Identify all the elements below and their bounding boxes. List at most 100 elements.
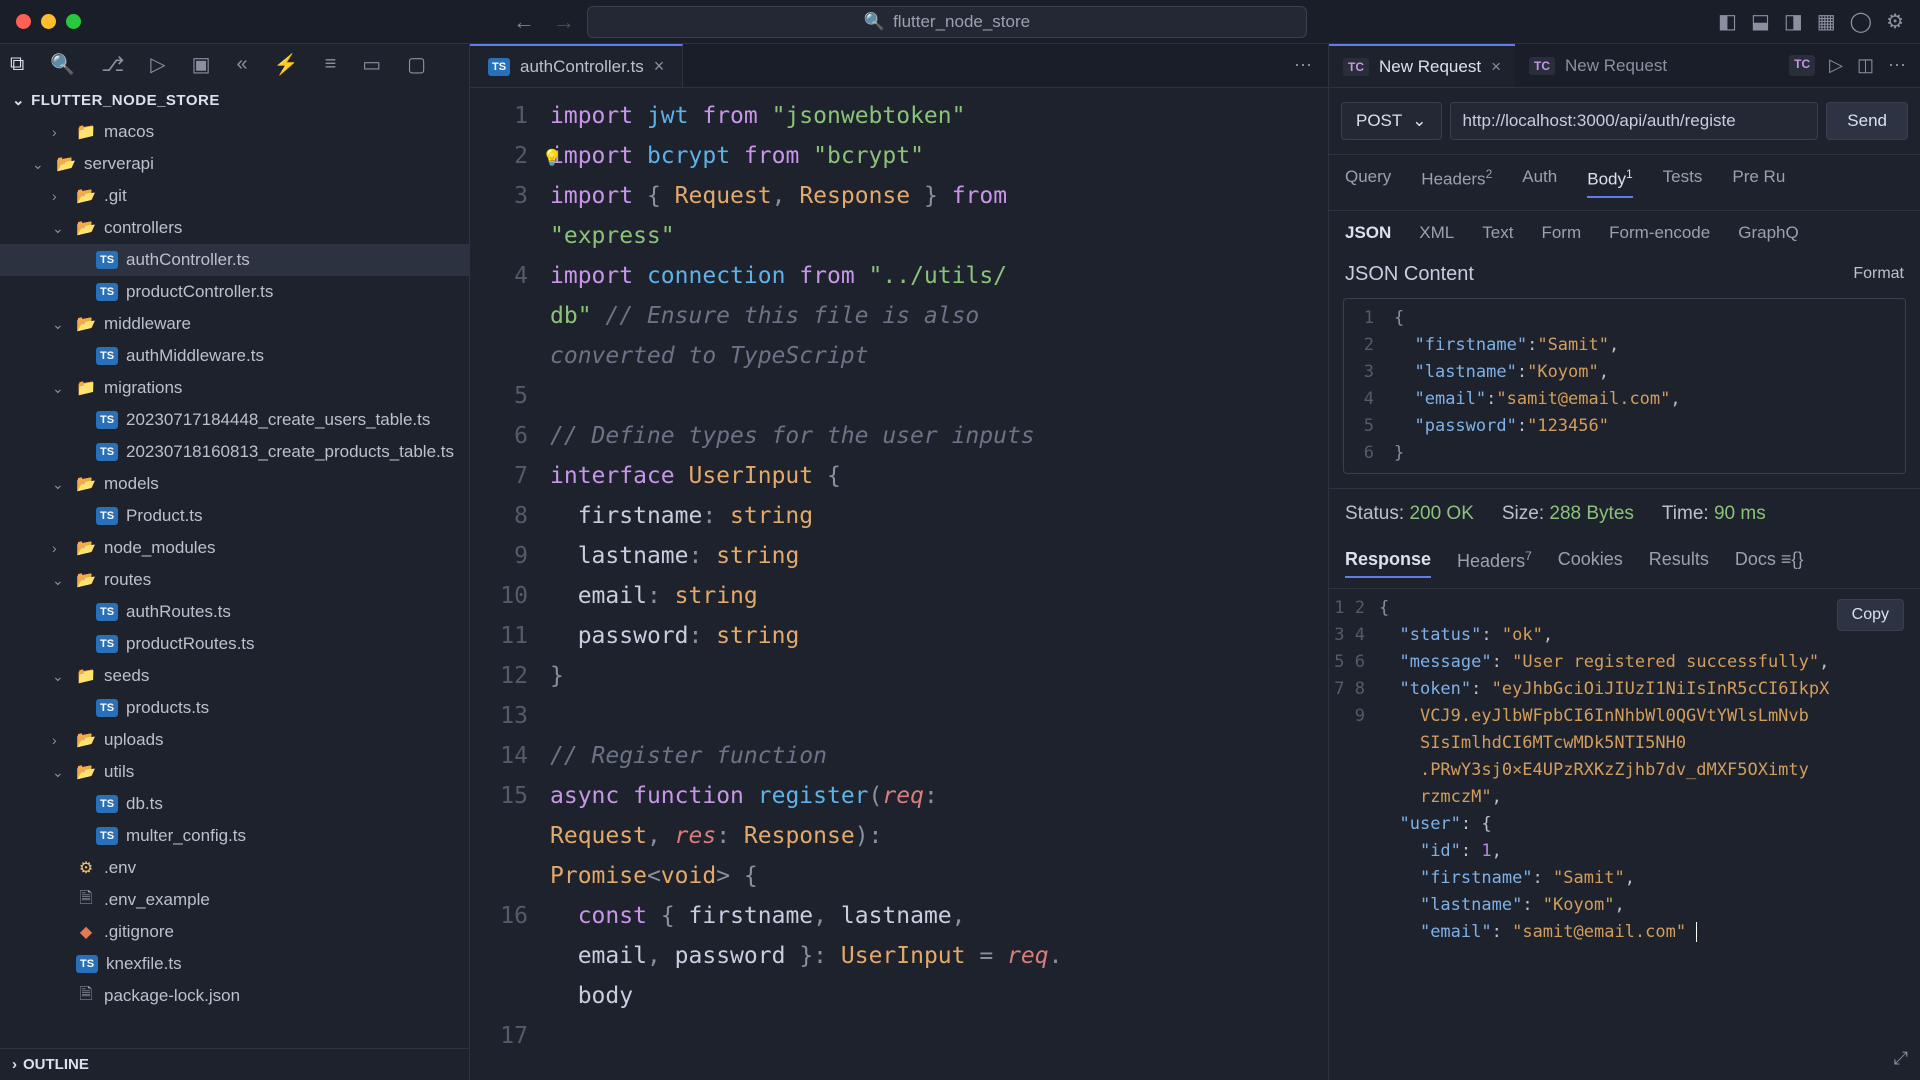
settings-gear-icon[interactable]: ⚙ [1886, 9, 1904, 34]
method-dropdown[interactable]: POST ⌄ [1341, 102, 1442, 140]
thunder-tab-active[interactable]: TC New Request × [1329, 44, 1515, 87]
tree-item-label: multer_config.ts [126, 826, 246, 846]
maximize-window-icon[interactable] [66, 14, 81, 29]
tab-authcontroller[interactable]: TS authController.ts × [470, 44, 683, 87]
body-json[interactable]: JSON [1345, 223, 1391, 243]
database-icon[interactable]: ≡ [325, 53, 337, 76]
tree-item-20230718160813-create-products-table-ts[interactable]: TS20230718160813_create_products_table.t… [0, 436, 469, 468]
back-icon[interactable]: ← [513, 9, 535, 35]
tree-item-productcontroller-ts[interactable]: TSproductController.ts [0, 276, 469, 308]
tree-item--git[interactable]: ›📂.git [0, 180, 469, 212]
tab-prerun[interactable]: Pre Ru [1732, 167, 1785, 198]
tree-item--env[interactable]: ⚙.env [0, 852, 469, 884]
body-xml[interactable]: XML [1419, 223, 1454, 243]
tab-headers[interactable]: Headers2 [1421, 167, 1492, 198]
copy-button[interactable]: Copy [1837, 599, 1904, 631]
body-formencode[interactable]: Form-encode [1609, 223, 1710, 243]
tree-item-models[interactable]: ⌄📂models [0, 468, 469, 500]
tab-docs[interactable]: Docs ≡{} [1735, 549, 1804, 578]
tree-item-package-lock-json[interactable]: 🗎package-lock.json [0, 980, 469, 1012]
tab-results[interactable]: Results [1649, 549, 1709, 578]
layout-left-icon[interactable]: ◧ [1718, 9, 1737, 34]
file-tree[interactable]: ›📁macos⌄📂serverapi›📂.git⌄📂controllersTSa… [0, 116, 469, 1048]
response-json-code[interactable]: { "status": "ok", "message": "User regis… [1379, 589, 1920, 1080]
split-icon[interactable]: ◫ [1857, 55, 1874, 76]
search-tool-icon[interactable]: 🔍 [50, 52, 75, 77]
tree-item-knexfile-ts[interactable]: TSknexfile.ts [0, 948, 469, 980]
tab-cookies[interactable]: Cookies [1558, 549, 1623, 578]
run-icon[interactable]: ▷ [1829, 55, 1843, 76]
debug-icon[interactable]: ▷ [150, 52, 165, 77]
chat-icon[interactable]: ▢ [407, 52, 426, 77]
chevron-icon: › [52, 540, 68, 556]
tab-auth[interactable]: Auth [1522, 167, 1557, 198]
code-editor[interactable]: 123 4 567 8910 111213 1415 16 17 💡import… [470, 88, 1328, 1080]
lightbulb-icon[interactable]: 💡 [542, 138, 562, 178]
doc-icon: 🗎 [76, 986, 96, 1006]
close-tab-icon[interactable]: × [654, 56, 665, 77]
url-input[interactable]: http://localhost:3000/api/auth/registe [1450, 102, 1819, 140]
explorer-header[interactable]: ⌄ FLUTTER_NODE_STORE [0, 84, 469, 116]
project-search-bar[interactable]: 🔍 flutter_node_store [587, 6, 1307, 38]
tree-item-authroutes-ts[interactable]: TSauthRoutes.ts [0, 596, 469, 628]
tree-item-node-modules[interactable]: ›📂node_modules [0, 532, 469, 564]
window-controls[interactable] [16, 14, 81, 29]
close-window-icon[interactable] [16, 14, 31, 29]
forward-icon[interactable]: → [553, 9, 575, 35]
bracket-icon[interactable]: « [237, 53, 248, 76]
body-json-code[interactable]: { "firstname":"Samit", "lastname":"Koyom… [1384, 299, 1905, 473]
tab-query[interactable]: Query [1345, 167, 1391, 198]
layout-grid-icon[interactable]: ▦ [1817, 9, 1836, 34]
tree-item-products-ts[interactable]: TSproducts.ts [0, 692, 469, 724]
body-text[interactable]: Text [1482, 223, 1513, 243]
tree-item-productroutes-ts[interactable]: TSproductRoutes.ts [0, 628, 469, 660]
tab-resp-headers[interactable]: Headers7 [1457, 549, 1532, 578]
ts-icon: TS [96, 507, 118, 525]
tree-item-seeds[interactable]: ⌄📁seeds [0, 660, 469, 692]
user-icon[interactable]: ◯ [1850, 9, 1872, 34]
explorer-icon[interactable]: ⧉ [10, 53, 24, 76]
tree-item-serverapi[interactable]: ⌄📂serverapi [0, 148, 469, 180]
tab-tests[interactable]: Tests [1663, 167, 1703, 198]
tab-overflow-icon[interactable]: ⋯ [1294, 55, 1328, 76]
source-control-icon[interactable]: ⎇ [101, 52, 124, 77]
tree-item-authmiddleware-ts[interactable]: TSauthMiddleware.ts [0, 340, 469, 372]
code-content[interactable]: 💡import jwt from "jsonwebtoken" import b… [550, 88, 1328, 1080]
expand-icon[interactable]: ⤢ [1894, 1045, 1908, 1072]
line-numbers: 123 4 567 8910 111213 1415 16 17 [470, 88, 550, 1080]
more-icon[interactable]: ⋯ [1888, 55, 1906, 76]
layout-bottom-icon[interactable]: ⬓ [1751, 9, 1770, 34]
tree-item-db-ts[interactable]: TSdb.ts [0, 788, 469, 820]
close-icon[interactable]: × [1491, 57, 1501, 77]
side-panel: ⧉ 🔍 ⎇ ▷ ▣ « ⚡ ≡ ▭ ▢ ⌄ FLUTTER_NODE_STORE… [0, 44, 470, 1080]
tree-item--env-example[interactable]: 🗎.env_example [0, 884, 469, 916]
minimize-window-icon[interactable] [41, 14, 56, 29]
send-button[interactable]: Send [1826, 102, 1908, 140]
thunder-icon[interactable]: ⚡ [274, 52, 299, 77]
body-form[interactable]: Form [1541, 223, 1581, 243]
tab-response[interactable]: Response [1345, 549, 1431, 578]
format-button[interactable]: Format [1853, 265, 1904, 283]
tree-item-product-ts[interactable]: TSProduct.ts [0, 500, 469, 532]
body-graphql[interactable]: GraphQ [1738, 223, 1798, 243]
tree-item-macos[interactable]: ›📁macos [0, 116, 469, 148]
tree-item-20230717184448-create-users-table-ts[interactable]: TS20230717184448_create_users_table.ts [0, 404, 469, 436]
tree-item--gitignore[interactable]: ◆.gitignore [0, 916, 469, 948]
device-icon[interactable]: ▭ [362, 52, 381, 77]
layout-right-icon[interactable]: ◨ [1784, 9, 1803, 34]
tree-item-migrations[interactable]: ⌄📁migrations [0, 372, 469, 404]
tab-body[interactable]: Body1 [1587, 167, 1632, 198]
tree-item-routes[interactable]: ⌄📂routes [0, 564, 469, 596]
outline-section[interactable]: › OUTLINE [0, 1048, 469, 1080]
tree-item-uploads[interactable]: ›📂uploads [0, 724, 469, 756]
thunder-tab-inactive[interactable]: TC New Request [1515, 44, 1681, 87]
tree-item-utils[interactable]: ⌄📂utils [0, 756, 469, 788]
tree-item-multer-config-ts[interactable]: TSmulter_config.ts [0, 820, 469, 852]
tree-item-middleware[interactable]: ⌄📂middleware [0, 308, 469, 340]
response-body[interactable]: Copy 1 2 3 4 5 6 7 8 9 { "status": "ok",… [1329, 589, 1920, 1080]
tree-item-authcontroller-ts[interactable]: TSauthController.ts [0, 244, 469, 276]
extensions-icon[interactable]: ▣ [192, 52, 211, 77]
tree-item-controllers[interactable]: ⌄📂controllers [0, 212, 469, 244]
folder-o-icon: 📂 [56, 154, 76, 174]
json-body-editor[interactable]: 1 2 3 4 5 6 { "firstname":"Samit", "last… [1343, 298, 1906, 474]
